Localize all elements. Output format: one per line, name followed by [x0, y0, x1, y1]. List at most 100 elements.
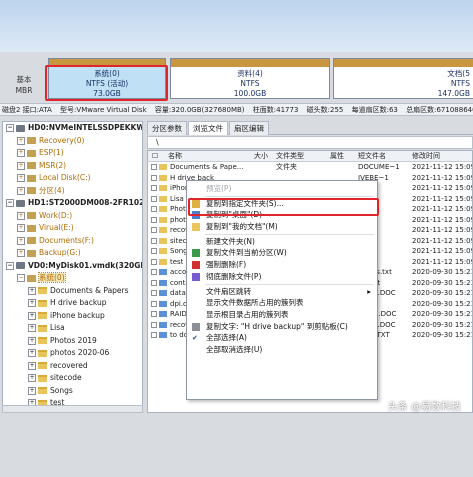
tree-item[interactable]: + recovered	[3, 360, 142, 373]
row-checkbox[interactable]	[151, 311, 157, 317]
row-checkbox[interactable]	[151, 216, 157, 223]
menu-item[interactable]: 彻底删除文件(P)	[187, 271, 377, 283]
row-checkbox[interactable]	[151, 300, 157, 307]
tree-item[interactable]: + H drive backup	[3, 297, 142, 310]
file-row[interactable]: Documents & Pape... 文件夹 DOCUME~1 2021-11-12…	[148, 162, 472, 173]
row-checkbox[interactable]	[151, 332, 157, 338]
column-type[interactable]: 文件类型	[276, 151, 304, 162]
menu-item[interactable]: 强制删除(F)	[187, 259, 377, 271]
expand-toggle-icon[interactable]: +	[17, 136, 25, 145]
column-name[interactable]: 名称	[168, 151, 182, 162]
expand-toggle-icon[interactable]: +	[17, 186, 25, 195]
column-short-name[interactable]: 短文件名	[358, 151, 386, 162]
expand-toggle-icon[interactable]: +	[17, 249, 25, 257]
tree-item[interactable]: − HD1:ST2000DM008-2FR102(1	[3, 197, 142, 210]
expand-toggle-icon[interactable]: +	[17, 236, 25, 245]
tree-horizontal-scrollbar[interactable]	[2, 405, 143, 413]
menu-item[interactable]: 新建文件夹(N)	[187, 236, 377, 248]
tree-item[interactable]: + iPhone backup	[3, 310, 142, 323]
tree-item[interactable]: + Backup(G:)	[3, 247, 142, 260]
menu-item[interactable]: 显示根目录占用的簇列表	[187, 309, 377, 321]
tree-item[interactable]: + Photos 2019	[3, 335, 142, 348]
current-path: \	[156, 138, 159, 147]
menu-item-label: 预览(P)	[206, 184, 232, 193]
tree-item[interactable]: − VD0:MyDisk01.vmdk(320GB)	[3, 260, 142, 273]
tree-item[interactable]: + photos 2020-06	[3, 347, 142, 360]
tree-item[interactable]: + Documents & Papers	[3, 285, 142, 298]
row-checkbox[interactable]	[151, 195, 157, 202]
menu-item[interactable]: 全部取消选择(U)	[187, 344, 377, 356]
tree-item[interactable]: − HD0:NVMeINTELSSDPEKKW	[3, 122, 142, 135]
tab-partition-params[interactable]: 分区参数	[147, 121, 187, 135]
expand-toggle-icon[interactable]: +	[17, 149, 25, 157]
tree-item[interactable]: + ESP(1)	[3, 147, 142, 160]
tree-item[interactable]: − 系统(0)	[3, 272, 142, 285]
menu-item[interactable]: 显示文件数据所占用的簇列表	[187, 297, 377, 309]
expand-toggle-icon[interactable]: +	[28, 374, 36, 382]
file-modified: 2020-09-30 15:21	[412, 289, 473, 297]
tree-item[interactable]: + Songs	[3, 385, 142, 398]
column-size[interactable]: 大小	[254, 151, 268, 162]
tree-item[interactable]: + sitecode	[3, 372, 142, 385]
tree-item[interactable]: + Virual(E:)	[3, 222, 142, 235]
tree-item[interactable]: + Lisa	[3, 322, 142, 335]
menu-item[interactable]: 文件扇区跳转 ▸	[187, 286, 377, 298]
expand-toggle-icon[interactable]: +	[28, 361, 36, 370]
row-checkbox[interactable]	[151, 321, 157, 328]
column-attributes[interactable]: 属性	[330, 151, 344, 162]
expand-toggle-icon[interactable]: −	[17, 274, 25, 282]
expand-toggle-icon[interactable]: +	[17, 211, 25, 220]
header-checkbox[interactable]: ☐	[152, 151, 158, 162]
expand-toggle-icon[interactable]: +	[28, 299, 36, 307]
row-checkbox[interactable]	[151, 206, 157, 212]
tree-item[interactable]: + Local Disk(C:)	[3, 172, 142, 185]
partition-cap	[334, 59, 473, 67]
expand-toggle-icon[interactable]: +	[28, 311, 36, 320]
row-checkbox[interactable]	[151, 185, 157, 191]
tree-item[interactable]: + Recovery(0)	[3, 135, 142, 148]
row-checkbox[interactable]	[151, 269, 157, 275]
expand-toggle-icon[interactable]: +	[28, 349, 36, 357]
menu-item[interactable]: 预览(P)	[187, 183, 377, 195]
menu-item-label: 全部选择(A)	[206, 333, 247, 343]
row-checkbox[interactable]	[151, 164, 157, 170]
tree-item[interactable]: + Work(D:)	[3, 210, 142, 223]
expand-toggle-icon[interactable]: +	[17, 224, 25, 232]
expand-toggle-icon[interactable]: −	[6, 124, 14, 132]
row-checkbox[interactable]	[151, 290, 157, 296]
expand-toggle-icon[interactable]: −	[6, 261, 14, 270]
expand-toggle-icon[interactable]: +	[28, 336, 36, 345]
row-checkbox[interactable]	[151, 174, 157, 181]
expand-toggle-icon[interactable]: −	[6, 199, 14, 207]
menu-item[interactable]: 复制文字: "H drive backup" 到剪贴板(C)	[187, 321, 377, 333]
tree-item-label: Lisa	[50, 323, 65, 332]
tree-item[interactable]: + Documents(F:)	[3, 235, 142, 248]
expand-toggle-icon[interactable]: +	[17, 174, 25, 182]
expand-toggle-icon[interactable]: +	[28, 286, 36, 295]
row-checkbox[interactable]	[151, 279, 157, 286]
path-bar[interactable]: \	[147, 136, 473, 149]
row-checkbox[interactable]	[151, 258, 157, 265]
tab-browse-files[interactable]: 浏览文件	[188, 121, 228, 135]
partition-block-documents[interactable]: 文档(5 NTFS 147.0GB	[333, 58, 473, 99]
tree-item[interactable]: + MSR(2)	[3, 160, 142, 173]
expand-toggle-icon[interactable]: +	[28, 324, 36, 332]
menu-item[interactable]: 复制到"我的文档"(M)	[187, 221, 377, 233]
menu-item[interactable]: ✔ 全部选择(A)	[187, 332, 377, 344]
column-modified[interactable]: 修改时间	[412, 151, 440, 162]
partition-block-data[interactable]: 资料(4) NTFS 100.0GB	[170, 58, 330, 99]
menu-item[interactable]: 复制文件到当前分区(W)	[187, 247, 377, 259]
file-modified: 2020-09-30 15:21	[412, 320, 473, 329]
row-checkbox[interactable]	[151, 227, 157, 233]
expand-toggle-icon[interactable]: +	[28, 386, 36, 395]
row-checkbox[interactable]	[151, 248, 157, 254]
partition-size: 100.0GB	[233, 89, 267, 98]
expand-toggle-icon[interactable]: +	[17, 161, 25, 170]
row-checkbox[interactable]	[151, 237, 157, 244]
tree-item-label: sitecode	[50, 373, 82, 382]
highlight-box-menu-item	[188, 198, 379, 216]
partition-fs: NTFS	[450, 79, 470, 88]
tab-sector-edit[interactable]: 扇区编辑	[229, 121, 269, 135]
tree-item[interactable]: + 分区(4)	[3, 185, 142, 198]
disk-tree[interactable]: − HD0:NVMeINTELSSDPEKKW + Recovery(0) + ESP(1…	[2, 121, 143, 413]
